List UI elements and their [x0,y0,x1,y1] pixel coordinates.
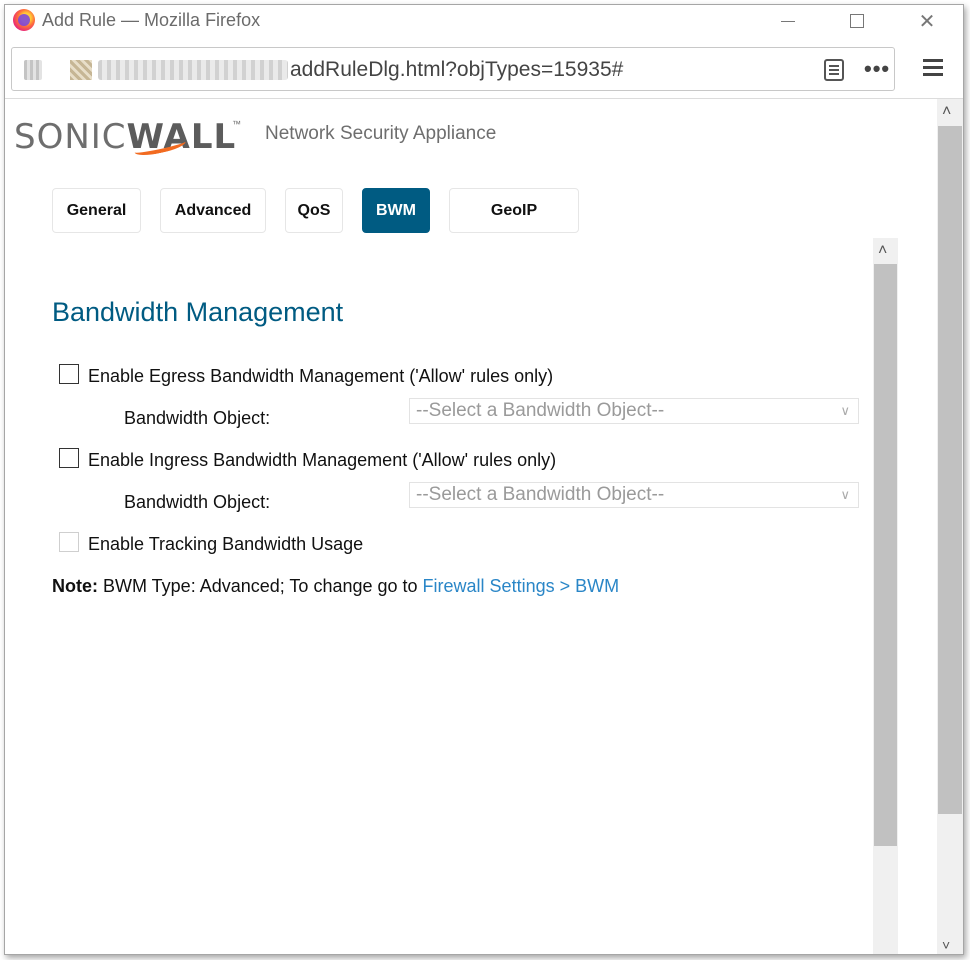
firewall-settings-link[interactable]: Firewall Settings > BWM [423,576,620,596]
lock-warning-icon[interactable] [70,60,92,80]
minimize-icon [781,20,795,22]
window-title: Add Rule — Mozilla Firefox [42,10,261,30]
page-scrollbar[interactable]: ˄ ˅ [937,99,963,954]
maximize-button[interactable] [834,5,880,37]
ingress-bandwidth-select[interactable]: --Select a Bandwidth Object-- ∨ [409,482,859,508]
page-scroll-thumb[interactable] [938,126,962,814]
egress-checkbox[interactable] [59,364,79,384]
minimize-button[interactable] [765,5,811,37]
scroll-up-icon[interactable]: ˄ [878,242,887,260]
appliance-subtitle: Network Security Appliance [265,123,497,144]
firefox-logo-icon [13,9,35,31]
tracking-checkbox[interactable] [59,532,79,552]
close-button[interactable]: ✕ [904,5,950,37]
tab-advanced[interactable]: Advanced [160,188,266,233]
tab-qos[interactable]: QoS [285,188,343,233]
inner-scrollbar[interactable]: ˄ [873,238,898,954]
url-bar[interactable]: addRuleDlg.html?objTypes=15935# ••• [11,47,895,91]
scroll-up-icon[interactable]: ˄ [942,103,951,121]
sonicwall-logo: SONICWALL [14,117,237,157]
scroll-down-icon[interactable]: ˅ [942,937,950,953]
tab-general[interactable]: General [52,188,141,233]
trademark: ™ [232,119,241,129]
egress-bandwidth-select[interactable]: --Select a Bandwidth Object-- ∨ [409,398,859,424]
reader-view-icon[interactable] [824,59,844,81]
site-info-icon[interactable] [24,60,42,80]
tab-bwm[interactable]: BWM [362,188,430,233]
tab-geoip[interactable]: GeoIP [449,188,579,233]
ingress-checkbox[interactable] [59,448,79,468]
egress-label: Enable Egress Bandwidth Management ('All… [88,366,554,386]
chevron-down-icon: ∨ [840,487,850,502]
browser-window: Add Rule — Mozilla Firefox ✕ addRuleDlg.… [4,4,964,955]
tracking-label: Enable Tracking Bandwidth Usage [88,534,364,554]
url-redacted [98,60,288,80]
note-text: BWM Type: Advanced; To change go to [98,576,423,596]
section-title: Bandwidth Management [52,297,344,327]
ingress-select-value: --Select a Bandwidth Object-- [416,484,665,505]
title-bar: Add Rule — Mozilla Firefox ✕ [5,5,963,37]
ingress-label: Enable Ingress Bandwidth Management ('Al… [88,450,557,470]
chevron-down-icon: ∨ [840,403,850,418]
url-text[interactable]: addRuleDlg.html?objTypes=15935# [290,58,623,82]
page-actions-icon[interactable]: ••• [864,56,890,82]
navigation-bar: addRuleDlg.html?objTypes=15935# ••• [5,37,963,99]
close-icon: ✕ [918,10,936,33]
ingress-object-label: Bandwidth Object: [124,492,271,512]
bwm-note: Note: BWM Type: Advanced; To change go t… [52,576,619,597]
menu-icon[interactable] [923,59,943,62]
inner-scroll-thumb[interactable] [874,264,897,846]
maximize-icon [850,14,864,28]
egress-object-label: Bandwidth Object: [124,408,271,428]
page-content: SONICWALL ™ Network Security Appliance G… [5,99,937,954]
egress-select-value: --Select a Bandwidth Object-- [416,400,665,421]
note-prefix: Note: [52,576,98,596]
